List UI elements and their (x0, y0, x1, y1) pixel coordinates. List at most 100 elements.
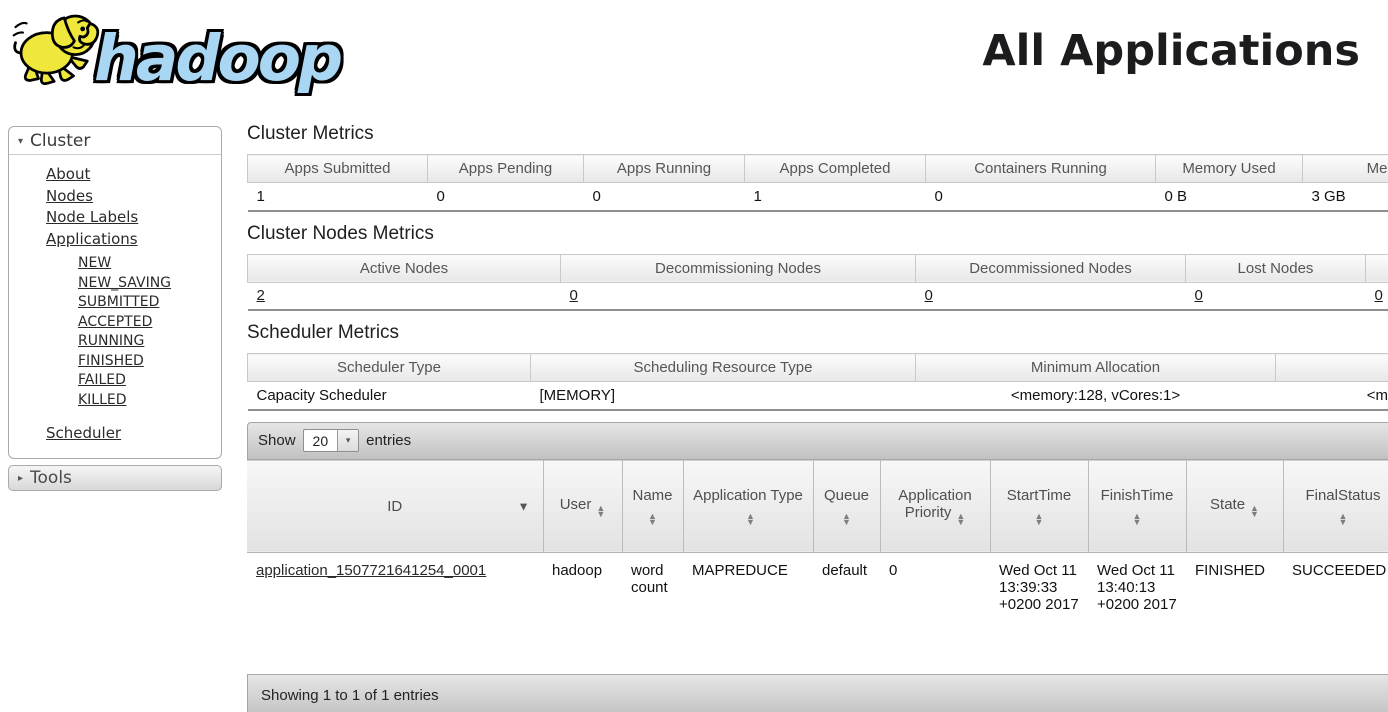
cluster-nav-box: ▾ Cluster About Nodes Node Labels Applica… (8, 126, 222, 459)
unhealthy-nodes-link[interactable]: 0 (1375, 287, 1383, 304)
sidebar-item-failed[interactable]: FAILED (78, 372, 126, 388)
tools-section-label: Tools (30, 468, 72, 488)
col-header-finishtime[interactable]: FinishTime▲▼ (1088, 460, 1186, 552)
show-label: Show (258, 432, 296, 449)
cell-queue: default (813, 552, 880, 674)
table-row: Capacity Scheduler [MEMORY] <memory:128,… (248, 382, 1388, 410)
col-header-starttime[interactable]: StartTime▲▼ (990, 460, 1088, 552)
sidebar-item-node-labels[interactable]: Node Labels (46, 208, 138, 226)
sidebar-item-about[interactable]: About (46, 165, 90, 183)
application-state-links: NEW NEW_SAVING SUBMITTED ACCEPTED RUNNIN… (9, 254, 221, 410)
sort-icon: ▲▼ (596, 505, 605, 517)
cluster-nodes-metrics-table: Active Nodes Decommissioning Nodes Decom… (247, 254, 1388, 312)
table-header-row: ID ▼ User▲▼ Name▲▼ Application Type▲▼ Qu… (247, 460, 1388, 552)
col-header-queue[interactable]: Queue▲▼ (813, 460, 880, 552)
metric-value: 1 (745, 183, 926, 211)
table-row: 2 0 0 0 0 (248, 282, 1388, 310)
sidebar-item-new-saving[interactable]: NEW_SAVING (78, 275, 171, 291)
sort-icon: ▲▼ (648, 513, 657, 525)
yarn-all-applications-page: hadoop All Applications ▾ Cluster About N… (0, 0, 1388, 712)
metric-value: Capacity Scheduler (248, 382, 531, 410)
application-id-link[interactable]: application_1507721641254_0001 (256, 562, 486, 579)
col-decommissioning-nodes: Decommissioning Nodes (561, 254, 916, 282)
chevron-right-icon: ▸ (18, 473, 23, 484)
col-scheduler-type: Scheduler Type (248, 354, 531, 382)
page-size-select[interactable]: 20 ▾ (303, 429, 360, 452)
sort-icon: ▲▼ (1250, 505, 1259, 517)
col-lost-nodes: Lost Nodes (1186, 254, 1366, 282)
cluster-section-label: Cluster (30, 131, 90, 151)
cluster-section-header[interactable]: ▾ Cluster (9, 127, 221, 155)
sort-icon: ▲▼ (956, 513, 965, 525)
main-content: Cluster Metrics Apps Submitted Apps Pend… (247, 118, 1388, 712)
page-size-value: 20 (304, 430, 338, 451)
cell-starttime: Wed Oct 11 13:39:33 +0200 2017 (990, 552, 1088, 674)
col-minimum-allocation: Minimum Allocation (916, 354, 1276, 382)
decommissioned-nodes-link[interactable]: 0 (925, 287, 933, 304)
hadoop-wordmark: hadoop (94, 22, 340, 95)
showing-entries-info: Showing 1 to 1 of 1 entries (261, 687, 439, 704)
sidebar: ▾ Cluster About Nodes Node Labels Applica… (8, 126, 222, 491)
chevron-down-icon: ▾ (337, 430, 358, 451)
cell-name: word count (622, 552, 683, 674)
table-header-row: Apps Submitted Apps Pending Apps Running… (248, 155, 1388, 183)
col-memory-used: Memory Used (1156, 155, 1303, 183)
col-maximum-allocation: Maximum Allocation (1276, 354, 1388, 382)
metric-value: 1 (248, 183, 428, 211)
application-row: application_1507721641254_0001 hadoop wo… (247, 552, 1388, 674)
sidebar-item-accepted[interactable]: ACCEPTED (78, 314, 152, 330)
applications-table: ID ▼ User▲▼ Name▲▼ Application Type▲▼ Qu… (247, 460, 1388, 675)
col-header-id[interactable]: ID ▼ (247, 460, 543, 552)
sort-icon: ▲▼ (1133, 513, 1142, 525)
applications-datatable: Show 20 ▾ entries ID ▼ User▲▼ (247, 422, 1388, 712)
scheduler-metrics-table: Scheduler Type Scheduling Resource Type … (247, 353, 1388, 411)
tools-section-header[interactable]: ▸ Tools (8, 465, 222, 491)
metric-value: 0 (428, 183, 584, 211)
sidebar-item-running[interactable]: RUNNING (78, 333, 144, 349)
table-header-row: Active Nodes Decommissioning Nodes Decom… (248, 254, 1388, 282)
active-nodes-link[interactable]: 2 (257, 287, 265, 304)
cell-finishtime: Wed Oct 11 13:40:13 +0200 2017 (1088, 552, 1186, 674)
hadoop-logo: hadoop (10, 4, 340, 98)
table-header-row: Scheduler Type Scheduling Resource Type … (248, 354, 1388, 382)
col-header-finalstatus[interactable]: FinalStatus▲▼ (1283, 460, 1388, 552)
sort-icon: ▲▼ (842, 513, 851, 525)
metric-value: <memory:128, vCores:1> (916, 382, 1276, 410)
sidebar-item-submitted[interactable]: SUBMITTED (78, 294, 159, 310)
sidebar-item-applications[interactable]: Applications (46, 230, 138, 248)
sort-icon: ▲▼ (1035, 513, 1044, 525)
decommissioning-nodes-link[interactable]: 0 (570, 287, 578, 304)
cell-finalstatus: SUCCEEDED (1283, 552, 1388, 674)
col-header-application-type[interactable]: Application Type▲▼ (683, 460, 813, 552)
sidebar-item-scheduler[interactable]: Scheduler (46, 424, 121, 442)
cell-application-priority: 0 (880, 552, 990, 674)
page-title: All Applications (982, 26, 1360, 76)
col-apps-running: Apps Running (584, 155, 745, 183)
lost-nodes-link[interactable]: 0 (1195, 287, 1203, 304)
col-header-user[interactable]: User▲▼ (543, 460, 622, 552)
sidebar-item-new[interactable]: NEW (78, 255, 111, 271)
col-apps-completed: Apps Completed (745, 155, 926, 183)
col-containers-running: Containers Running (926, 155, 1156, 183)
metric-value: [MEMORY] (531, 382, 916, 410)
col-decommissioned-nodes: Decommissioned Nodes (916, 254, 1186, 282)
sort-desc-icon: ▼ (518, 500, 530, 514)
sidebar-item-killed[interactable]: KILLED (78, 392, 127, 408)
col-header-state[interactable]: State▲▼ (1186, 460, 1283, 552)
col-header-name[interactable]: Name▲▼ (622, 460, 683, 552)
sidebar-item-nodes[interactable]: Nodes (46, 187, 93, 205)
cluster-links: About Nodes Node Labels Applications (9, 164, 221, 250)
chevron-down-icon: ▾ (18, 136, 23, 147)
datatable-toolbar: Show 20 ▾ entries (247, 422, 1388, 460)
scheduler-metrics-heading: Scheduler Metrics (247, 322, 1388, 344)
col-apps-submitted: Apps Submitted (248, 155, 428, 183)
cell-user: hadoop (543, 552, 622, 674)
datatable-footer: Showing 1 to 1 of 1 entries (247, 675, 1388, 712)
entries-label: entries (366, 432, 411, 449)
metric-value: <memory:1536, vCores:4> (1276, 382, 1388, 410)
sidebar-item-finished[interactable]: FINISHED (78, 353, 144, 369)
col-scheduling-resource-type: Scheduling Resource Type (531, 354, 916, 382)
cluster-metrics-heading: Cluster Metrics (247, 123, 1388, 145)
col-header-application-priority[interactable]: Application Priority▲▼ (880, 460, 990, 552)
cell-state: FINISHED (1186, 552, 1283, 674)
